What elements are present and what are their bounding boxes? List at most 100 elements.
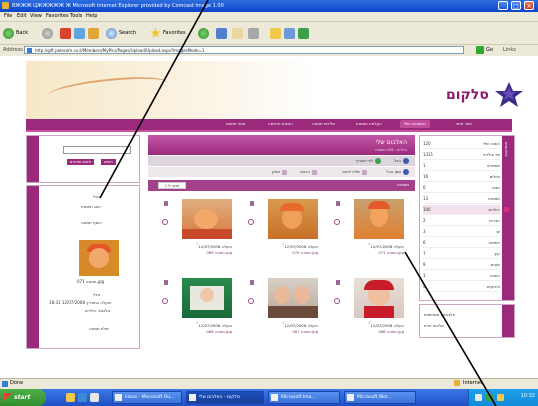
search-button[interactable]: Search — [106, 26, 136, 40]
album-row[interactable]: 6 חופשה — [423, 238, 500, 248]
menu-edit[interactable]: Edit — [17, 13, 27, 20]
menu-favorites[interactable]: Favorites — [46, 13, 69, 20]
album-row[interactable]: 1 חתונה — [423, 271, 500, 281]
home-button[interactable] — [88, 26, 101, 40]
album-row[interactable]: 6 חגים — [423, 183, 500, 193]
folder-button[interactable] — [270, 26, 283, 40]
send-to-friend-button[interactable]: שלח לחבר — [342, 168, 367, 176]
photo-thumbnail[interactable] — [182, 199, 232, 239]
task-word[interactable]: Microsoft Wor... — [344, 391, 416, 404]
zoom-icon[interactable] — [162, 219, 168, 225]
view-by-date[interactable]: לפי תאריך — [355, 157, 381, 165]
photo-thumbnail[interactable] — [268, 199, 318, 239]
zoom-icon[interactable] — [334, 298, 340, 304]
album-row[interactable]: 1 משפחה — [423, 161, 500, 171]
photo-card[interactable]: ✓ הועלה 12/07/2008 תמונה 069.jpg — [156, 199, 240, 273]
album-row[interactable]: 2 חברים — [423, 216, 500, 226]
close-button[interactable]: × — [524, 1, 534, 10]
tray-volume-icon[interactable] — [497, 394, 504, 401]
album-row[interactable]: 120 השנה שלי — [423, 139, 500, 149]
task-outlook[interactable]: Inbox - Microsoft Ou... — [112, 391, 182, 404]
media-button[interactable] — [198, 26, 211, 40]
select-all-button[interactable]: סמן הכל — [386, 168, 409, 176]
nav-print-order[interactable]: הזמנת הדפסה — [264, 120, 297, 128]
advanced-search-button[interactable]: חיפוש מתקדם — [67, 159, 95, 165]
album-row[interactable]: 1321 ימי הולדת — [423, 150, 500, 160]
new-album-link[interactable]: אלבום חדש — [424, 323, 496, 328]
delete-photo-icon[interactable] — [164, 201, 168, 206]
album-row[interactable]: 9 שונות — [423, 260, 500, 270]
delete-photos-button[interactable]: מחק — [272, 168, 287, 176]
links-button[interactable]: Links — [503, 47, 516, 53]
menu-view[interactable]: View — [30, 13, 42, 20]
send-photo-link[interactable]: שלח תמונה — [89, 326, 109, 331]
nav-send-picture[interactable]: שליחת תמונה — [308, 120, 339, 128]
task-image[interactable]: Microsoft Ima... — [268, 391, 340, 404]
search-button[interactable]: חיפוש — [101, 159, 116, 165]
zoom-icon[interactable] — [334, 219, 340, 225]
photo-thumbnail[interactable] — [354, 199, 404, 239]
address-input[interactable]: http://gift.pelecom.co.il/Members/MyPics… — [24, 46, 464, 54]
start-button[interactable]: start — [0, 389, 46, 406]
album-row[interactable]: 3 ים — [423, 227, 500, 237]
delete-photo-icon[interactable] — [336, 280, 340, 285]
task-ie-active[interactable]: סלקום - האלבום שלי — [186, 391, 264, 404]
print-photos-button[interactable]: הדפס — [300, 168, 317, 176]
details-show-pictures[interactable]: הצג תמונות — [81, 204, 101, 209]
zoom-icon[interactable] — [248, 219, 254, 225]
album-row[interactable]: 16 טיולים — [423, 172, 500, 182]
view-all[interactable]: הכל — [394, 157, 409, 165]
go-button[interactable]: Go — [476, 46, 493, 54]
photo-thumbnail[interactable] — [182, 278, 232, 318]
delete-photo-icon[interactable] — [164, 280, 168, 285]
nav-my-pictures[interactable]: התמונות שלי — [400, 120, 430, 128]
delete-photo-icon[interactable] — [250, 280, 254, 285]
refresh-button[interactable] — [74, 26, 87, 40]
menu-file[interactable]: File — [4, 13, 12, 20]
minimize-button[interactable]: _ — [498, 1, 508, 10]
quicklaunch-desktop-icon[interactable] — [66, 393, 75, 402]
grid-button[interactable] — [284, 26, 297, 40]
nav-upload[interactable]: העלאת תמונות — [352, 120, 386, 128]
forward-button[interactable] — [42, 26, 55, 40]
zoom-icon[interactable] — [162, 298, 168, 304]
quicklaunch-outlook-icon[interactable] — [90, 393, 99, 402]
nav-personal-area[interactable]: אזור אישי — [452, 120, 476, 128]
zoom-icon[interactable] — [248, 298, 254, 304]
quicklaunch-ie-icon[interactable] — [78, 393, 87, 402]
ie-icon — [2, 2, 9, 9]
tray-network-icon[interactable] — [475, 394, 482, 401]
nav-terms[interactable]: תנאי שימוש — [222, 120, 249, 128]
details-all[interactable]: הכל — [93, 194, 100, 199]
print-button[interactable] — [248, 26, 261, 40]
shared-albums-link[interactable]: אלבומים משותפים — [424, 312, 496, 317]
photo-card[interactable]: ✓ הועלה 12/07/2008 תמונה 066.jpg — [156, 278, 240, 352]
photo-card[interactable]: ✓ הועלה 12/07/2008 תמונה 067.jpg — [242, 278, 326, 352]
tray-security-icon[interactable] — [486, 394, 493, 401]
history-button[interactable] — [216, 26, 229, 40]
mail-button[interactable] — [232, 26, 245, 40]
maximize-button[interactable]: □ — [511, 1, 521, 10]
search-input[interactable] — [63, 146, 131, 154]
delete-photo-icon[interactable] — [336, 201, 340, 206]
photo-thumbnail[interactable] — [354, 278, 404, 318]
menu-help[interactable]: Help — [86, 13, 97, 20]
favorites-button[interactable]: Favorites — [150, 26, 186, 40]
back-button[interactable]: Back — [3, 26, 28, 40]
page-select[interactable]: 1 מתוך 9 — [158, 182, 186, 189]
messenger-button[interactable] — [298, 26, 311, 40]
site-logo[interactable]: סלקום — [446, 81, 526, 111]
photo-card[interactable]: ✓ הועלה 12/07/2008 תמונה 070.jpg — [242, 199, 326, 273]
photo-card[interactable]: ✓ הועלה 12/07/2008 תמונה 068.jpg — [328, 278, 412, 352]
photo-thumbnail[interactable] — [268, 278, 318, 318]
selected-photo-thumbnail[interactable] — [79, 240, 119, 276]
menu-tools[interactable]: Tools — [70, 13, 82, 20]
delete-photo-icon[interactable] — [250, 201, 254, 206]
stop-button[interactable] — [60, 26, 73, 40]
album-row-selected[interactable]: 106 הילדים — [423, 205, 509, 215]
album-row[interactable]: 4 אירועים — [423, 282, 500, 292]
details-add-picture[interactable]: הוסף תמונה — [81, 220, 102, 225]
album-row[interactable]: 13 תמונות — [423, 194, 500, 204]
photo-card[interactable]: ✓ הועלה 12/07/2008 תמונה 071.jpg — [328, 199, 412, 273]
album-row[interactable]: 7 קיץ — [423, 249, 500, 259]
